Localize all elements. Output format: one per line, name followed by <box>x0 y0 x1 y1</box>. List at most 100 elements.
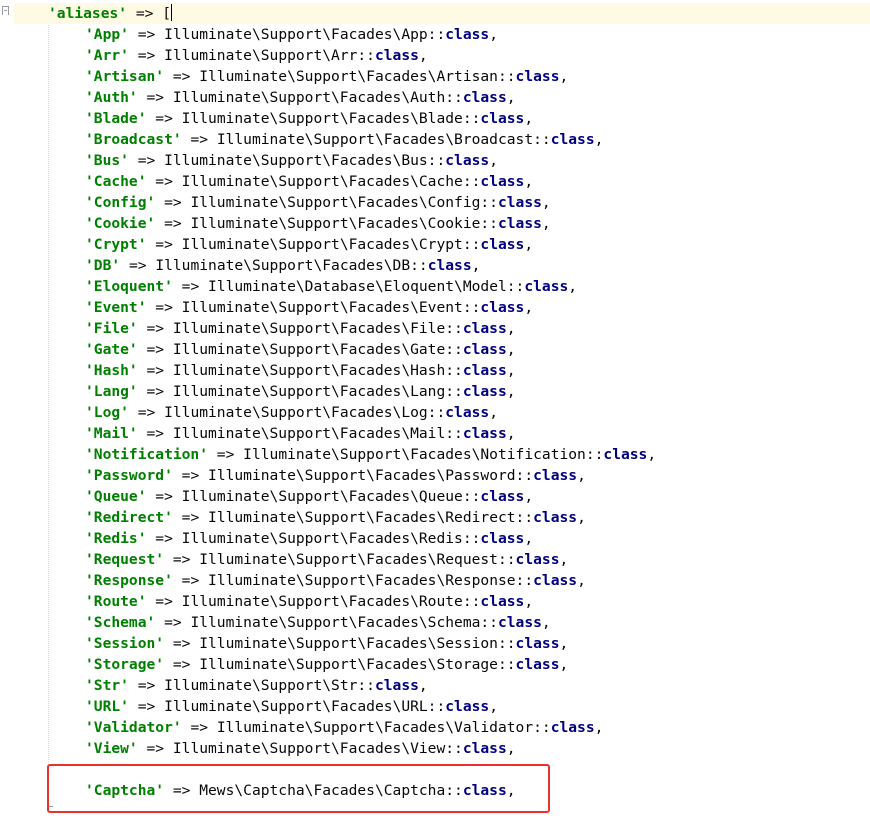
code-line-alias[interactable]: 'Cookie' => Illuminate\Support\Facades\C… <box>85 213 551 234</box>
code-line-alias[interactable]: 'Hash' => Illuminate\Support\Facades\Has… <box>85 360 516 381</box>
class-keyword: class <box>524 278 569 295</box>
arrow-operator: => <box>164 551 200 568</box>
code-line-alias[interactable]: 'Blade' => Illuminate\Support\Facades\Bl… <box>85 108 533 129</box>
array-key: 'Hash' <box>85 362 138 379</box>
array-key: 'Blade' <box>85 110 147 127</box>
array-key: 'Eloquent' <box>85 278 173 295</box>
class-keyword: class <box>462 383 507 400</box>
code-line-alias[interactable]: 'Mail' => Illuminate\Support\Facades\Mai… <box>85 423 516 444</box>
code-line-alias[interactable]: 'Broadcast' => Illuminate\Support\Facade… <box>85 129 603 150</box>
code-line-alias[interactable]: 'Log' => Illuminate\Support\Facades\Log:… <box>85 402 498 423</box>
comma: , <box>471 257 481 274</box>
code-line-alias[interactable]: 'Route' => Illuminate\Support\Facades\Ro… <box>85 591 533 612</box>
code-line-alias[interactable]: 'Request' => Illuminate\Support\Facades\… <box>85 549 568 570</box>
comma: , <box>568 278 578 295</box>
class-path: Illuminate\Support\Facades\Queue:: <box>181 488 481 505</box>
arrow-operator: => <box>128 26 165 43</box>
comma: , <box>577 572 586 589</box>
code-line-alias[interactable]: 'Redirect' => Illuminate\Support\Facades… <box>85 507 586 528</box>
class-path: Illuminate\Support\Facades\Artisan:: <box>199 68 516 85</box>
code-line-alias[interactable]: 'Queue' => Illuminate\Support\Facades\Qu… <box>85 486 533 507</box>
code-line-alias[interactable]: 'Config' => Illuminate\Support\Facades\C… <box>85 192 551 213</box>
class-keyword: class <box>480 299 525 316</box>
code-editor[interactable]: 'aliases' => [ 'App' => Illuminate\Suppo… <box>0 0 870 819</box>
class-keyword: class <box>480 173 525 190</box>
code-line-alias[interactable]: 'Lang' => Illuminate\Support\Facades\Lan… <box>85 381 516 402</box>
code-line-alias[interactable]: 'View' => Illuminate\Support\Facades\Vie… <box>85 738 516 759</box>
code-line-alias[interactable]: 'App' => Illuminate\Support\Facades\App:… <box>85 24 498 45</box>
comma: , <box>594 131 604 148</box>
code-line-alias[interactable]: 'Schema' => Illuminate\Support\Facades\S… <box>85 612 551 633</box>
code-line-alias[interactable]: 'URL' => Illuminate\Support\Facades\URL:… <box>85 696 498 717</box>
code-line-alias[interactable]: 'Cache' => Illuminate\Support\Facades\Ca… <box>85 171 533 192</box>
class-path: Illuminate\Support\Facades\View:: <box>172 740 463 757</box>
array-key: 'Auth' <box>85 89 138 106</box>
arrow-operator: => <box>155 215 191 232</box>
array-key: 'Lang' <box>85 383 138 400</box>
comma: , <box>524 530 534 547</box>
array-key: 'Notification' <box>85 446 209 463</box>
class-path: Illuminate\Support\Facades\Session:: <box>199 635 516 652</box>
code-line-alias[interactable]: 'Session' => Illuminate\Support\Facades\… <box>85 633 568 654</box>
array-key: 'Arr' <box>85 47 129 64</box>
array-key: 'Event' <box>85 299 147 316</box>
code-line-alias[interactable]: 'Storage' => Illuminate\Support\Facades\… <box>85 654 568 675</box>
class-path: Illuminate\Support\Facades\Event:: <box>181 299 481 316</box>
class-path: Illuminate\Support\Facades\Gate:: <box>172 341 463 358</box>
code-line-alias[interactable]: 'Artisan' => Illuminate\Support\Facades\… <box>85 66 568 87</box>
comma: , <box>594 719 604 736</box>
class-keyword: class <box>515 551 560 568</box>
class-keyword: class <box>374 47 419 64</box>
comma: , <box>506 362 516 379</box>
arrow-operator: => <box>146 236 182 253</box>
code-line-alias[interactable]: 'Redis' => Illuminate\Support\Facades\Re… <box>85 528 533 549</box>
code-line-alias[interactable]: 'Eloquent' => Illuminate\Database\Eloque… <box>85 276 577 297</box>
code-line-alias[interactable]: 'File' => Illuminate\Support\Facades\Fil… <box>85 318 516 339</box>
class-path: Illuminate\Support\Facades\Notification:… <box>243 446 604 463</box>
class-path: Illuminate\Support\Facades\Validator:: <box>216 719 551 736</box>
arrow-operator: => <box>137 740 173 757</box>
code-line-alias[interactable]: 'Event' => Illuminate\Support\Facades\Ev… <box>85 297 533 318</box>
comma: , <box>647 446 657 463</box>
class-path: Illuminate\Support\Facades\Bus:: <box>164 152 446 169</box>
arrow-operator: => <box>127 5 163 22</box>
comma: , <box>524 173 534 190</box>
class-keyword: class <box>374 677 419 694</box>
class-keyword: class <box>515 68 560 85</box>
code-line-alias[interactable]: 'Password' => Illuminate\Support\Facades… <box>85 465 586 486</box>
class-keyword: class <box>462 740 507 757</box>
code-line-aliases[interactable]: 'aliases' => [ <box>14 3 870 24</box>
code-line-alias[interactable]: 'Gate' => Illuminate\Support\Facades\Gat… <box>85 339 516 360</box>
array-key: 'View' <box>85 740 138 757</box>
comma: , <box>506 89 516 106</box>
class-path: Illuminate\Support\Facades\Redis:: <box>181 530 481 547</box>
array-key: 'Crypt' <box>85 236 147 253</box>
code-line-alias[interactable]: 'DB' => Illuminate\Support\Facades\DB::c… <box>85 255 480 276</box>
code-line-alias[interactable]: 'Crypt' => Illuminate\Support\Facades\Cr… <box>85 234 533 255</box>
arrow-operator: => <box>128 47 165 64</box>
code-line-alias[interactable]: 'Str' => Illuminate\Support\Str::class, <box>85 675 428 696</box>
array-key: 'URL' <box>85 698 129 715</box>
array-key: 'Schema' <box>85 614 156 631</box>
array-key: 'Config' <box>85 194 156 211</box>
arrow-operator: => <box>181 719 217 736</box>
code-line-alias[interactable]: 'Bus' => Illuminate\Support\Facades\Bus:… <box>85 150 498 171</box>
class-keyword: class <box>550 131 595 148</box>
class-keyword: class <box>533 509 578 526</box>
code-line-alias[interactable]: 'Arr' => Illuminate\Support\Arr::class, <box>85 45 428 66</box>
class-path: Illuminate\Support\Facades\Log:: <box>164 404 446 421</box>
arrow-operator: => <box>146 530 182 547</box>
class-keyword: class <box>497 215 542 232</box>
code-line-alias[interactable]: 'Auth' => Illuminate\Support\Facades\Aut… <box>85 87 516 108</box>
arrow-operator: => <box>164 635 200 652</box>
code-line-alias[interactable]: 'Response' => Illuminate\Support\Facades… <box>85 570 586 591</box>
class-path: Illuminate\Database\Eloquent\Model:: <box>208 278 525 295</box>
arrow-operator: => <box>137 320 173 337</box>
array-key: 'aliases' <box>48 5 128 22</box>
code-line-alias[interactable]: 'Notification' => Illuminate\Support\Fac… <box>85 444 656 465</box>
class-keyword: class <box>497 614 542 631</box>
fold-toggle-icon[interactable] <box>2 6 9 15</box>
arrow-operator: => <box>137 362 173 379</box>
class-keyword: class <box>480 488 525 505</box>
code-line-alias[interactable]: 'Validator' => Illuminate\Support\Facade… <box>85 717 603 738</box>
